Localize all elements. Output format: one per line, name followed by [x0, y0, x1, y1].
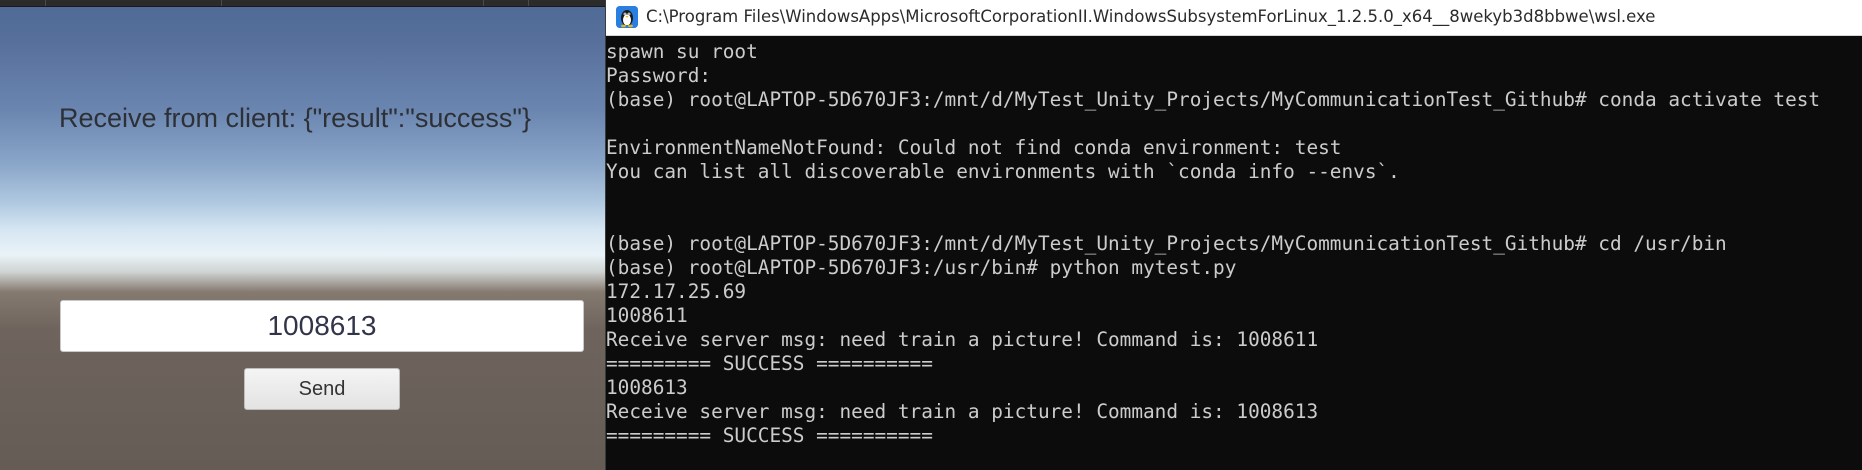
unity-game-view: Receive from client: {"result":"success"… [0, 0, 605, 470]
receive-message-label: Receive from client: {"result":"success"… [58, 103, 531, 133]
terminal-line: Receive server msg: need train a picture… [606, 328, 1319, 351]
terminal-line: spawn su root [606, 40, 758, 63]
terminal-line: (base) root@LAPTOP-5D670JF3:/mnt/d/MyTes… [606, 88, 1821, 111]
toolbar-segment[interactable] [45, 0, 222, 6]
terminal-line: 1008611 [606, 304, 688, 327]
terminal-line: 1008613 [606, 376, 688, 399]
terminal-line: You can list all discoverable environmen… [606, 160, 1400, 183]
terminal-line: 172.17.25.69 [606, 280, 747, 303]
terminal-line: EnvironmentNameNotFound: Could not find … [606, 136, 1342, 159]
terminal-line: ========= SUCCESS ========== [606, 424, 933, 447]
command-input[interactable] [60, 300, 584, 352]
terminal-line: ========= SUCCESS ========== [606, 352, 933, 375]
toolbar-segment[interactable] [483, 0, 529, 6]
window-titlebar[interactable]: C:\Program Files\WindowsApps\MicrosoftCo… [606, 0, 1862, 36]
send-button[interactable]: Send [244, 368, 400, 410]
window-title: C:\Program Files\WindowsApps\MicrosoftCo… [646, 7, 1656, 26]
terminal-line: Password: [606, 64, 712, 87]
unity-toolbar-strip [0, 0, 605, 7]
terminal-line: Receive server msg: need train a picture… [606, 400, 1319, 423]
toolbar-segment[interactable] [0, 0, 46, 6]
terminal-output[interactable]: spawn su root Password: (base) root@LAPTOP… [606, 40, 1862, 470]
toolbar-segment[interactable] [221, 0, 484, 6]
wsl-console-window: C:\Program Files\WindowsApps\MicrosoftCo… [605, 0, 1862, 470]
tux-penguin-icon [616, 6, 638, 28]
screen: Receive from client: {"result":"success"… [0, 0, 1862, 470]
terminal-line: (base) root@LAPTOP-5D670JF3:/usr/bin# py… [606, 256, 1237, 279]
terminal-line: (base) root@LAPTOP-5D670JF3:/mnt/d/MyTes… [606, 232, 1727, 255]
